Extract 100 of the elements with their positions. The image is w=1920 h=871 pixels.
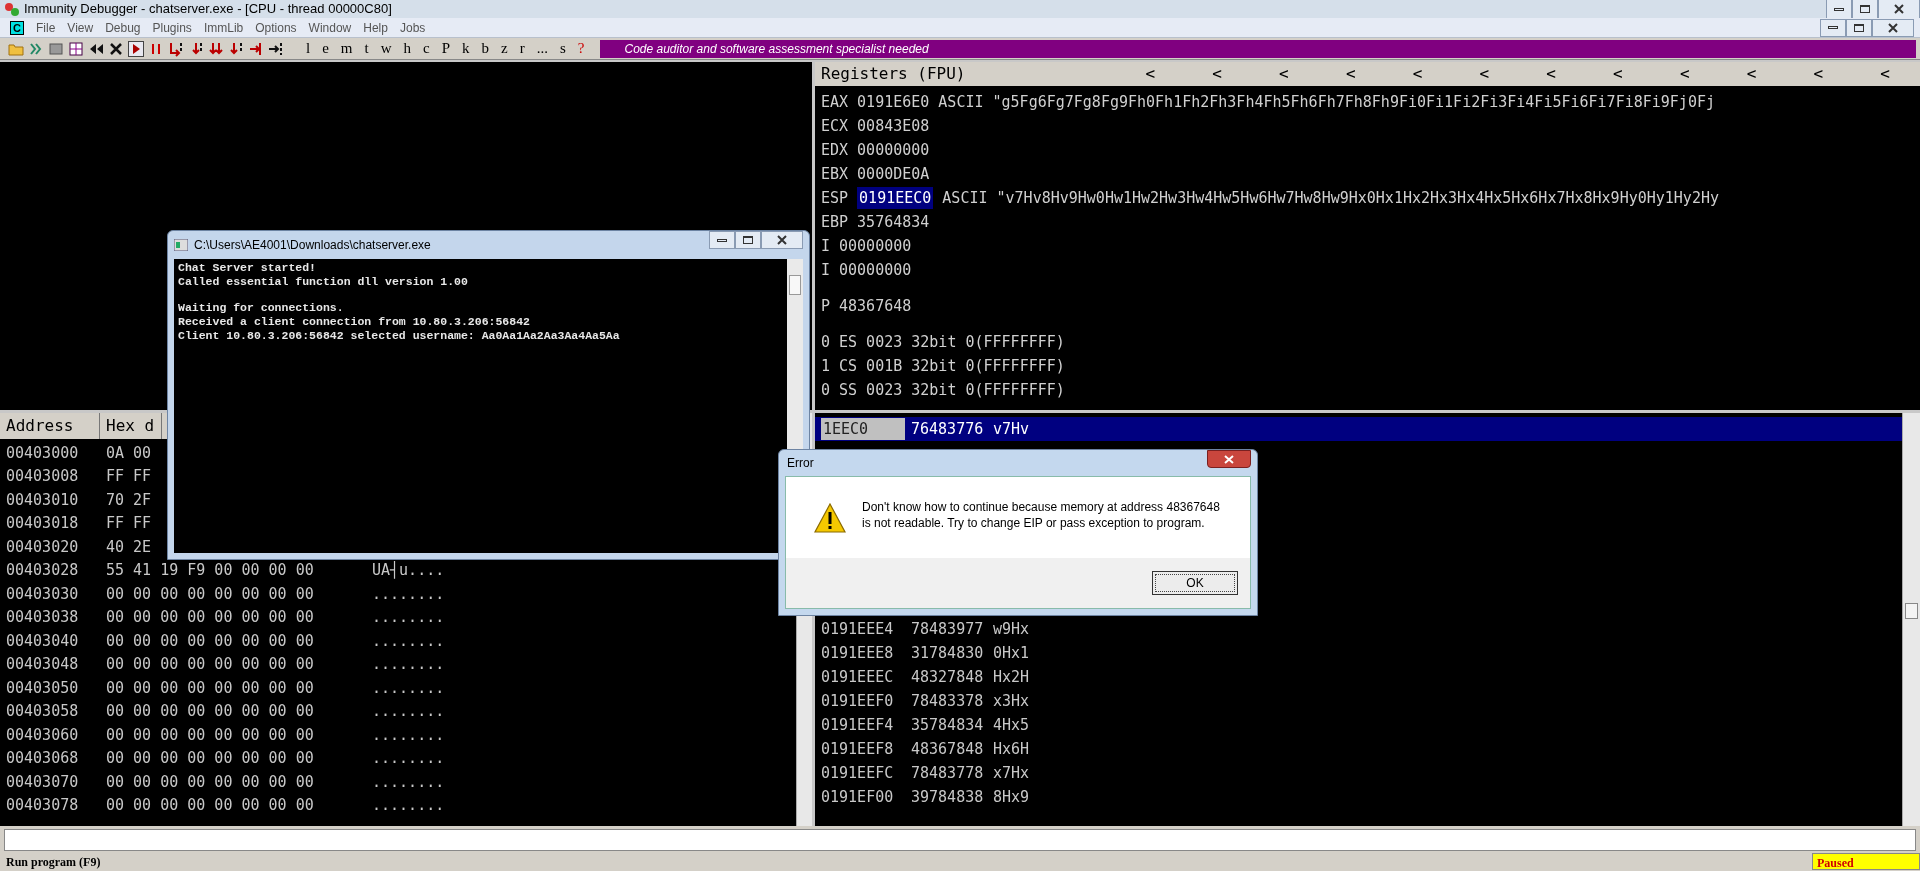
register-value: 0191E6E0 xyxy=(857,91,930,113)
toolbar-letter-button[interactable]: s xyxy=(555,37,570,60)
cpu-badge[interactable]: C xyxy=(10,20,24,35)
menu-item[interactable]: ImmLib xyxy=(203,18,244,37)
window-icon[interactable] xyxy=(48,40,64,57)
stack-row[interactable]: 0191EEE4 78483977 w9Hx xyxy=(815,617,1902,641)
stack-address: 0191EEF8 xyxy=(821,738,895,760)
close-button[interactable] xyxy=(761,231,803,249)
stack-comment: 8Hx9 xyxy=(993,786,1030,808)
minimize-button[interactable] xyxy=(1820,18,1846,37)
play-icon[interactable] xyxy=(128,40,144,57)
collapse-arrow[interactable]: < xyxy=(1212,62,1222,86)
menu-item[interactable]: View xyxy=(67,18,94,37)
collapse-arrow[interactable]: < xyxy=(1479,62,1490,86)
scrollbar[interactable] xyxy=(1902,413,1920,826)
collapse-arrow[interactable]: < xyxy=(1679,62,1690,86)
toolbar-letter-button[interactable]: t xyxy=(360,37,373,60)
dump-ascii: ........ xyxy=(372,748,445,769)
register-value: 00000000 xyxy=(839,235,912,257)
dump-ascii: ........ xyxy=(372,771,445,793)
dump-address: 00403030 xyxy=(6,583,80,605)
ok-button[interactable]: OK xyxy=(1152,571,1238,595)
close-button[interactable] xyxy=(1207,450,1251,468)
toolbar-letter-button[interactable]: h xyxy=(399,37,416,60)
toolbar-letter-button[interactable]: m xyxy=(336,37,357,60)
dump-hex: 55 41 19 F9 00 00 00 00 xyxy=(106,560,315,581)
stack-row[interactable]: 0191EEF4 35784834 4Hx5 xyxy=(815,713,1902,737)
toolbar-letter-button[interactable]: e xyxy=(318,37,333,60)
menu-item[interactable]: Debug xyxy=(105,18,141,37)
toolbar-letter-button[interactable]: r xyxy=(515,37,529,60)
dump-hex: 00 00 00 00 00 00 00 00 xyxy=(106,771,315,793)
stack-address: 1EEC0 xyxy=(821,417,905,441)
menu-item[interactable]: Options xyxy=(255,18,297,37)
collapse-arrow[interactable]: < xyxy=(1546,62,1556,86)
maximize-button[interactable] xyxy=(1846,18,1872,37)
step-into-icon[interactable] xyxy=(168,40,184,57)
command-field[interactable] xyxy=(4,829,1916,851)
close-icon xyxy=(777,235,787,245)
register-value: 00000000 xyxy=(857,139,930,161)
console-line: Waiting for connections. xyxy=(178,301,345,315)
toolbar-letter-button[interactable]: ? xyxy=(573,37,589,60)
menu-item[interactable]: Jobs xyxy=(399,18,426,37)
dump-ascii: ........ xyxy=(372,724,445,746)
grid-icon[interactable] xyxy=(68,40,84,57)
stack-comment: 0Hx1 xyxy=(993,642,1030,664)
register-name: P xyxy=(821,295,831,317)
stack-row[interactable]: 0191EEFC 78483778 x7Hx xyxy=(815,761,1902,785)
stack-row[interactable]: 0191EEEC 48327848 Hx2H xyxy=(815,665,1902,689)
menu-item[interactable]: Plugins xyxy=(152,18,192,37)
column-header[interactable]: Hex d xyxy=(100,413,162,439)
toolbar-letter-button[interactable]: ... xyxy=(532,37,552,60)
menu-item[interactable]: Window xyxy=(308,18,352,37)
maximize-button[interactable] xyxy=(735,231,761,249)
collapse-arrow[interactable]: < xyxy=(1746,62,1757,86)
stack-row[interactable]: 0191EF00 39784838 8Hx9 xyxy=(815,785,1902,809)
toolbar-letter-button[interactable]: k xyxy=(458,37,474,60)
stack-row[interactable]: 0191EEF8 48367848 Hx6H xyxy=(815,737,1902,761)
stack-row[interactable]: 0191EEF0 78483378 x3Hx xyxy=(815,689,1902,713)
dump-address: 00403000 xyxy=(6,442,80,464)
stack-comment: Hx6H xyxy=(993,738,1030,760)
toolbar-letter-button[interactable]: l xyxy=(302,37,315,60)
collapse-arrow[interactable]: < xyxy=(1880,62,1890,86)
toolbar-letter-button[interactable]: P xyxy=(437,37,455,60)
menu-item[interactable]: Help xyxy=(363,18,388,37)
close-icon[interactable] xyxy=(108,40,124,57)
app-icon xyxy=(4,1,20,17)
close-icon xyxy=(1894,4,1904,14)
dump-address: 00403078 xyxy=(6,795,80,816)
go-to-icon[interactable] xyxy=(268,40,284,57)
banner-text: Code auditor and software assessment specialist needed xyxy=(624,40,929,58)
return-icon[interactable] xyxy=(248,40,264,57)
dump-address: 00403020 xyxy=(6,536,80,558)
toolbar-letter-button[interactable]: z xyxy=(497,37,512,60)
dump-hex: FF FF xyxy=(106,513,153,534)
collapse-arrow[interactable]: < xyxy=(1279,62,1289,86)
dump-ascii: ........ xyxy=(372,795,445,816)
trace-over-icon[interactable] xyxy=(228,40,244,57)
collapse-arrow[interactable]: < xyxy=(1345,62,1356,86)
close-button[interactable] xyxy=(1872,18,1914,37)
dump-ascii: UA┤u.... xyxy=(372,560,445,581)
stack-comment: w9Hx xyxy=(993,618,1030,640)
stack-row[interactable]: 0191EEE8 31784830 0Hx1 xyxy=(815,641,1902,665)
minimize-button[interactable] xyxy=(709,231,735,249)
column-header[interactable]: Address xyxy=(0,413,100,439)
menu-item[interactable]: File xyxy=(36,18,56,37)
collapse-arrow[interactable]: < xyxy=(1613,62,1623,86)
collapse-arrow[interactable]: < xyxy=(1813,62,1824,86)
stack-address: 0191EEF4 xyxy=(821,714,895,736)
stack-row[interactable]: 1EEC0 76483776 v7Hv xyxy=(815,417,1902,441)
collapse-arrow[interactable]: < xyxy=(1412,62,1423,86)
register-name: I xyxy=(821,235,831,257)
toolbar-letter-button[interactable]: w xyxy=(376,37,396,60)
collapse-arrow[interactable]: < xyxy=(1145,62,1156,86)
toolbar-letter-button[interactable]: c xyxy=(419,37,434,60)
dump-address: 00403010 xyxy=(6,489,80,511)
dump-ascii: ........ xyxy=(372,677,445,699)
register-value: 0000DE0A xyxy=(857,163,930,185)
trace-into-icon[interactable] xyxy=(208,40,224,57)
register-value: SS 0023 32bit 0(FFFFFFFF) xyxy=(839,379,1065,401)
toolbar-letter-button[interactable]: b xyxy=(477,37,494,60)
